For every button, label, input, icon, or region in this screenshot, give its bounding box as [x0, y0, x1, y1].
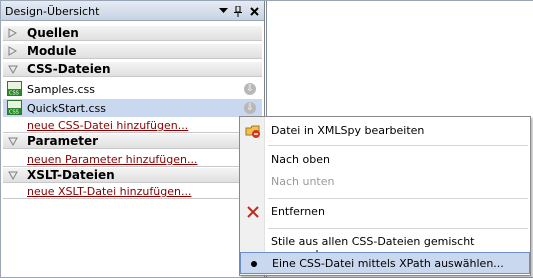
section-label: CSS-Dateien: [27, 62, 111, 76]
panel-title: Design-Übersicht: [5, 5, 100, 18]
edit-in-xmlspy-icon: [245, 125, 260, 138]
menu-separator: [268, 198, 528, 199]
menu-item-remove[interactable]: Entfernen: [240, 201, 530, 223]
section-parameter[interactable]: Parameter: [3, 133, 262, 149]
expanded-arrow-icon[interactable]: [8, 64, 18, 74]
svg-text:CSS: CSS: [9, 91, 19, 97]
menu-item-select-css-xpath[interactable]: Eine CSS-Datei mittels XPath auswählen..…: [240, 252, 530, 274]
css-file-icon: CSS: [7, 100, 22, 115]
add-xslt-file-link[interactable]: neue XSLT-Datei hinzufügen...: [27, 185, 191, 198]
section-label: Parameter: [27, 134, 99, 148]
menu-item-move-down[interactable]: Nach unten: [240, 171, 530, 193]
panel-titlebar: Design-Übersicht: [1, 1, 264, 21]
expanded-arrow-icon[interactable]: [8, 136, 18, 146]
css-file-name: Samples.css: [27, 83, 95, 96]
download-arrow-icon[interactable]: ⇩: [244, 83, 256, 95]
context-menu: Datei in XMLSpy bearbeiten Nach oben Nac…: [239, 116, 531, 276]
collapsed-arrow-icon[interactable]: [8, 28, 18, 38]
svg-text:CSS: CSS: [9, 110, 19, 116]
radio-bullet-icon: [251, 261, 257, 267]
collapsed-arrow-icon[interactable]: [8, 46, 18, 56]
menu-item-edit-in-xmlspy[interactable]: Datei in XMLSpy bearbeiten: [240, 120, 530, 142]
section-xslt-dateien[interactable]: XSLT-Dateien: [3, 167, 262, 183]
css-file-row[interactable]: CSS Samples.css ⇩: [3, 80, 262, 98]
section-label: Module: [27, 44, 77, 58]
expanded-arrow-icon[interactable]: [8, 170, 18, 180]
css-file-row-selected[interactable]: CSS QuickStart.css ⇩: [3, 99, 262, 117]
menu-separator: [268, 145, 528, 146]
menu-item-mix-styles[interactable]: Stile aus allen CSS-Dateien gemischt ver…: [240, 231, 530, 261]
section-label: Quellen: [27, 26, 79, 40]
section-css-dateien[interactable]: CSS-Dateien: [3, 61, 262, 77]
download-arrow-icon[interactable]: ⇩: [244, 102, 256, 114]
css-file-name: QuickStart.css: [27, 102, 106, 115]
design-overview-panel: Design-Übersicht Quellen Module CSS-Date…: [1, 1, 265, 277]
menu-separator: [268, 228, 528, 229]
section-label: XSLT-Dateien: [27, 168, 115, 182]
close-icon[interactable]: [247, 4, 261, 18]
menu-item-move-up[interactable]: Nach oben: [240, 149, 530, 171]
css-file-icon: CSS: [7, 81, 22, 96]
dropdown-arrow-icon[interactable]: [216, 4, 230, 18]
pin-icon[interactable]: [231, 4, 245, 18]
add-parameter-link[interactable]: neuen Parameter hinzufügen...: [27, 153, 197, 166]
section-quellen[interactable]: Quellen: [3, 25, 262, 41]
remove-x-icon: [247, 206, 259, 218]
row-divider: [3, 198, 262, 199]
add-css-file-link[interactable]: neue CSS-Datei hinzufügen...: [27, 119, 188, 132]
section-module[interactable]: Module: [3, 43, 262, 59]
